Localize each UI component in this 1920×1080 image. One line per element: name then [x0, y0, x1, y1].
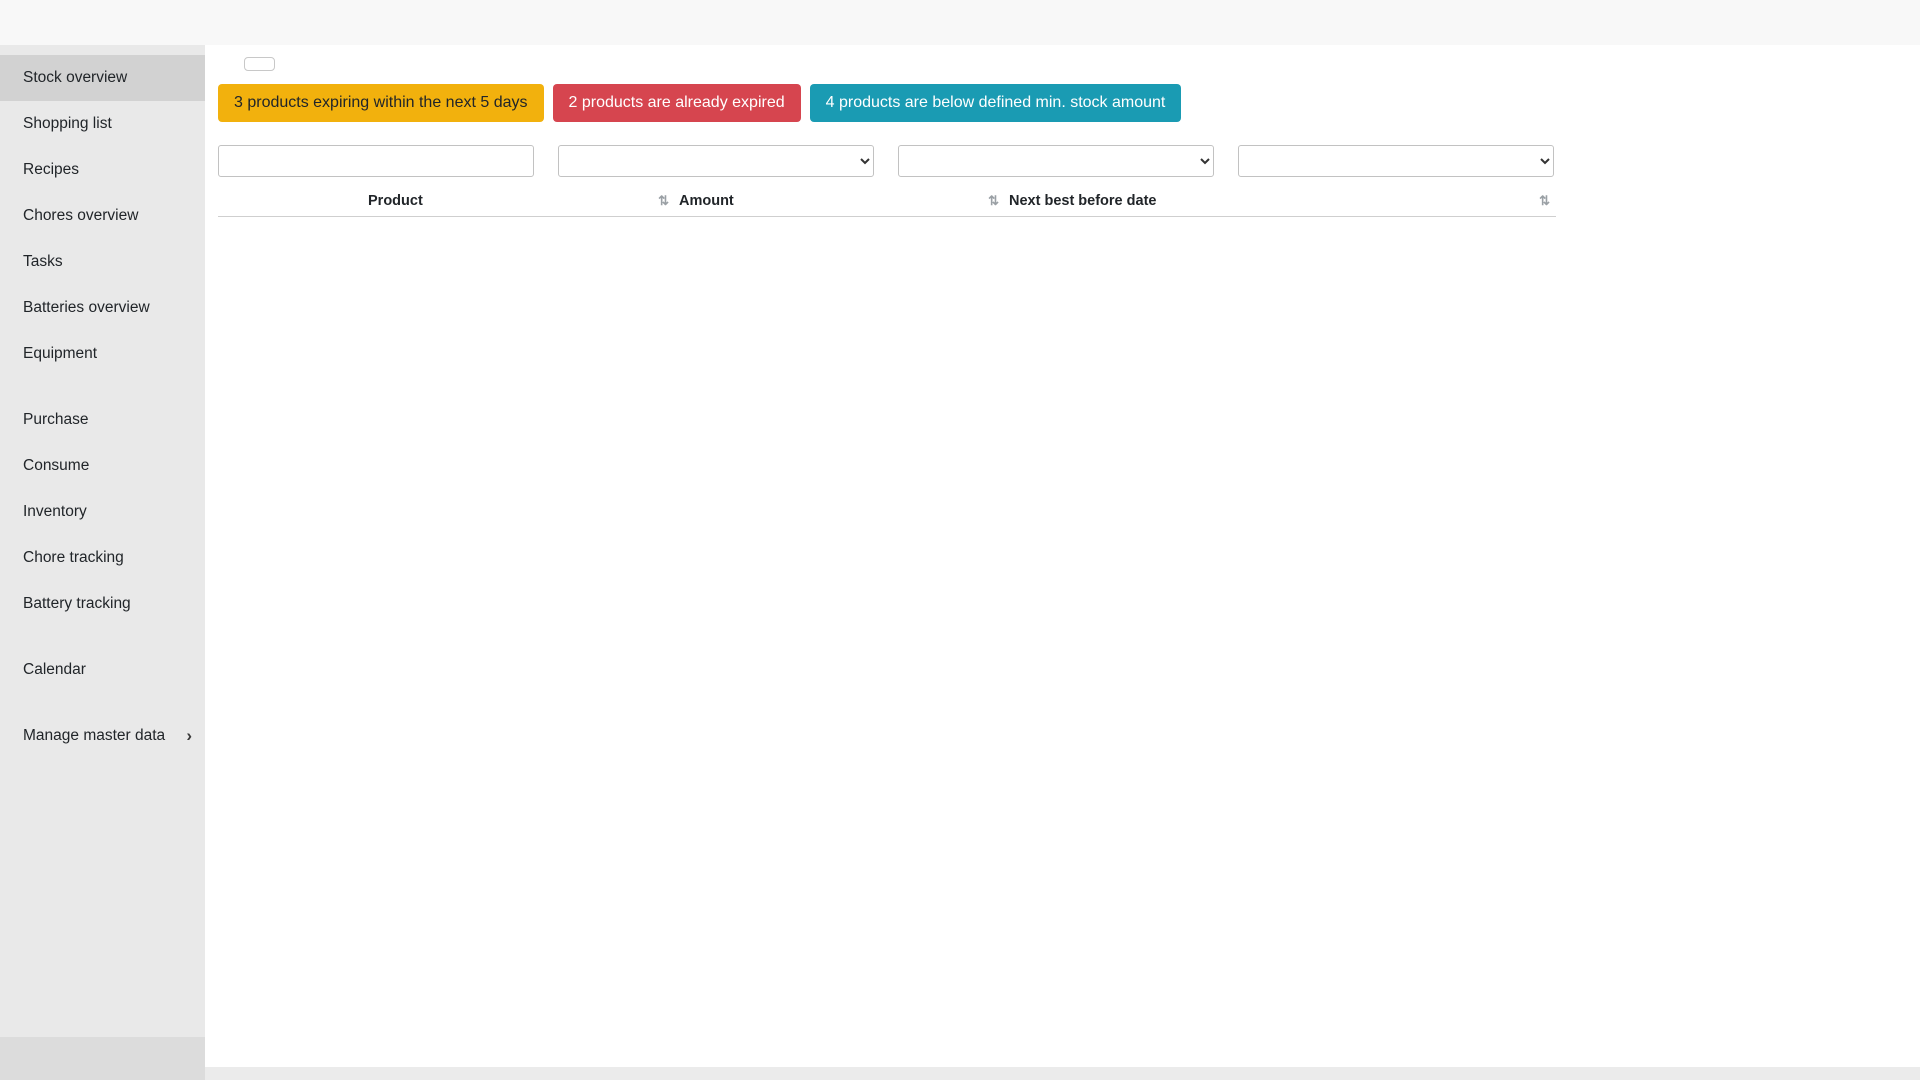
sidebar-item-label: Tasks — [23, 253, 63, 271]
topbar — [0, 0, 1920, 45]
sidebar-item-chore-tracking[interactable]: Chore tracking — [0, 535, 205, 581]
sidebar-item-label: Purchase — [23, 411, 88, 429]
alert-badge[interactable]: 4 products are below defined min. stock … — [810, 84, 1182, 122]
sidebar-item-label: Chores overview — [23, 207, 138, 225]
sidebar-item-equipment[interactable]: Equipment — [0, 331, 205, 377]
sidebar-item-label: Shopping list — [23, 115, 112, 133]
horizontal-scrollbar[interactable] — [205, 1067, 1920, 1080]
search-input[interactable] — [218, 145, 534, 177]
sidebar-item-label: Chore tracking — [23, 549, 124, 567]
stock-table: Product ⇅ Amount ⇅ Next best before date… — [218, 189, 1556, 217]
sidebar-item-label: Batteries overview — [23, 299, 150, 317]
sort-icon[interactable]: ⇅ — [988, 193, 999, 209]
sidebar-item-label: Recipes — [23, 161, 79, 179]
sidebar-item-recipes[interactable]: Recipes — [0, 147, 205, 193]
product-group-filter-select[interactable] — [898, 145, 1214, 177]
sidebar-item-label: Stock overview — [23, 69, 127, 87]
column-header: Amount — [679, 193, 734, 209]
alert-badge[interactable]: 2 products are already expired — [553, 84, 801, 122]
sidebar: Stock overview Shopping list Recipes Cho… — [0, 45, 205, 1080]
alert-badge[interactable]: 3 products expiring within the next 5 da… — [218, 84, 544, 122]
alert-text: 3 products expiring within the next 5 da… — [234, 94, 528, 112]
column-header: Next best before date — [1009, 193, 1156, 209]
journal-button[interactable] — [244, 57, 275, 71]
location-filter-select[interactable] — [558, 145, 874, 177]
filter-bar — [218, 139, 1570, 177]
topbar-menu — [1338, 0, 1418, 45]
sidebar-item-inventory[interactable]: Inventory — [0, 489, 205, 535]
sidebar-item-label: Consume — [23, 457, 89, 475]
sidebar-item-tasks[interactable]: Tasks — [0, 239, 205, 285]
sidebar-item-purchase[interactable]: Purchase — [0, 397, 205, 443]
stock-alerts: 3 products expiring within the next 5 da… — [218, 84, 1570, 122]
sidebar-item-battery-tracking[interactable]: Battery tracking — [0, 581, 205, 627]
sidebar-item-chores-overview[interactable]: Chores overview — [0, 193, 205, 239]
sidebar-item-label: Battery tracking — [23, 595, 131, 613]
sidebar-item-calendar[interactable]: Calendar — [0, 647, 205, 693]
column-header: Product — [368, 193, 423, 209]
sidebar-item-label: Equipment — [23, 345, 97, 363]
alert-text: 4 products are below defined min. stock … — [826, 94, 1166, 112]
sidebar-item-label: Inventory — [23, 503, 87, 521]
sidebar-item-shopping-list[interactable]: Shopping list — [0, 101, 205, 147]
main-content: 3 products expiring within the next 5 da… — [205, 45, 1570, 217]
actions-column-header — [218, 189, 364, 217]
sort-icon[interactable]: ⇅ — [1539, 193, 1550, 209]
sidebar-item-stock-overview[interactable]: Stock overview — [0, 55, 205, 101]
sidebar-item-manage-master-data[interactable]: Manage master data › — [0, 713, 205, 759]
sidebar-item-label: Manage master data — [23, 727, 165, 745]
sidebar-item-consume[interactable]: Consume — [0, 443, 205, 489]
sidebar-item-batteries-overview[interactable]: Batteries overview — [0, 285, 205, 331]
status-filter-select[interactable] — [1238, 145, 1554, 177]
alert-text: 2 products are already expired — [569, 94, 785, 112]
chevron-right-icon: › — [186, 726, 192, 746]
sidebar-collapse-button[interactable] — [0, 1037, 205, 1080]
sort-icon[interactable]: ⇅ — [658, 193, 669, 209]
sidebar-item-label: Calendar — [23, 661, 86, 679]
